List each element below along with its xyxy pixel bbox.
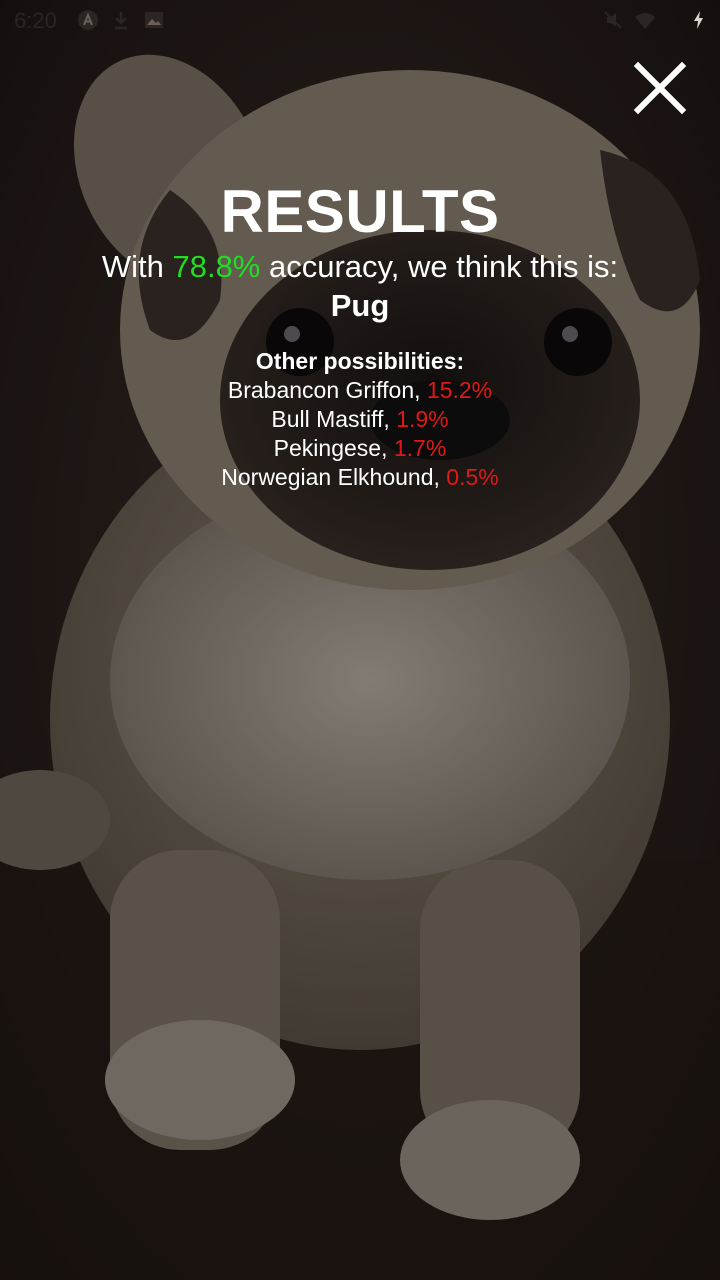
battery-charging-icon bbox=[688, 9, 710, 31]
possibility-item: Pekingese, 1.7% bbox=[0, 434, 720, 463]
possibility-name: Pekingese, bbox=[273, 435, 394, 461]
possibility-item: Brabancon Griffon, 15.2% bbox=[0, 376, 720, 405]
other-possibilities-heading: Other possibilities: bbox=[255, 348, 465, 374]
app-a-icon bbox=[77, 9, 99, 31]
close-button[interactable] bbox=[628, 56, 692, 120]
possibility-name: Brabancon Griffon, bbox=[227, 377, 427, 403]
possibility-percent: 15.2% bbox=[426, 377, 493, 403]
predicted-breed: Pug bbox=[330, 288, 390, 323]
accuracy-suffix: accuracy, we think this is: bbox=[260, 249, 619, 284]
possibility-item: Bull Mastiff, 1.9% bbox=[0, 405, 720, 434]
accuracy-prefix: With bbox=[101, 249, 173, 284]
image-icon bbox=[143, 9, 165, 31]
wifi-icon bbox=[634, 9, 656, 31]
results-panel: RESULTS With 78.8% accuracy, we think th… bbox=[0, 176, 720, 492]
accuracy-line: With 78.8% accuracy, we think this is: bbox=[0, 248, 720, 286]
accuracy-value: 78.8% bbox=[172, 249, 261, 284]
possibility-percent: 1.9% bbox=[396, 406, 449, 432]
possibility-percent: 1.7% bbox=[393, 435, 447, 461]
possibility-item: Norwegian Elkhound, 0.5% bbox=[0, 463, 720, 492]
possibility-name: Bull Mastiff, bbox=[271, 406, 397, 432]
possibility-name: Norwegian Elkhound, bbox=[221, 464, 447, 490]
mute-icon bbox=[602, 9, 624, 31]
results-title: RESULTS bbox=[220, 178, 500, 245]
status-time: 6:20 bbox=[14, 8, 57, 33]
possibility-percent: 0.5% bbox=[446, 464, 499, 490]
results-screen: 6:20 RESULTS With 78.8% accuracy, we thi… bbox=[0, 0, 720, 1280]
close-icon bbox=[633, 61, 687, 115]
download-icon bbox=[110, 9, 132, 31]
status-bar: 6:20 bbox=[0, 0, 720, 40]
